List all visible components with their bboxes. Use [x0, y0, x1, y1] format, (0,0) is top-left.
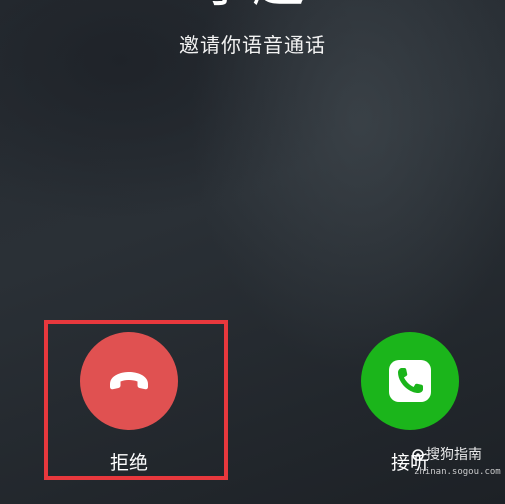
decline-call-button[interactable]: [80, 332, 178, 430]
decline-label: 拒绝: [109, 452, 148, 474]
caller-name-area: 小趣: [0, 0, 505, 12]
watermark-brand: 搜狗指南: [426, 447, 482, 463]
accept-call-button[interactable]: [361, 332, 459, 430]
sogou-watermark: 搜狗指南 zhinan.sogou.com: [412, 446, 502, 490]
phone-hangup-icon: [110, 372, 148, 390]
phone-icon: [389, 360, 431, 402]
caller-name: 小趣: [0, 0, 505, 12]
incoming-call-screen: 小趣 邀请你语音通话 拒绝 接听 搜狗指南 zhinan.sogou.com: [0, 0, 505, 504]
sogou-logo-icon: [412, 449, 424, 461]
watermark-url: zhinan.sogou.com: [414, 467, 501, 477]
call-status-text: 邀请你语音通话: [179, 33, 326, 57]
